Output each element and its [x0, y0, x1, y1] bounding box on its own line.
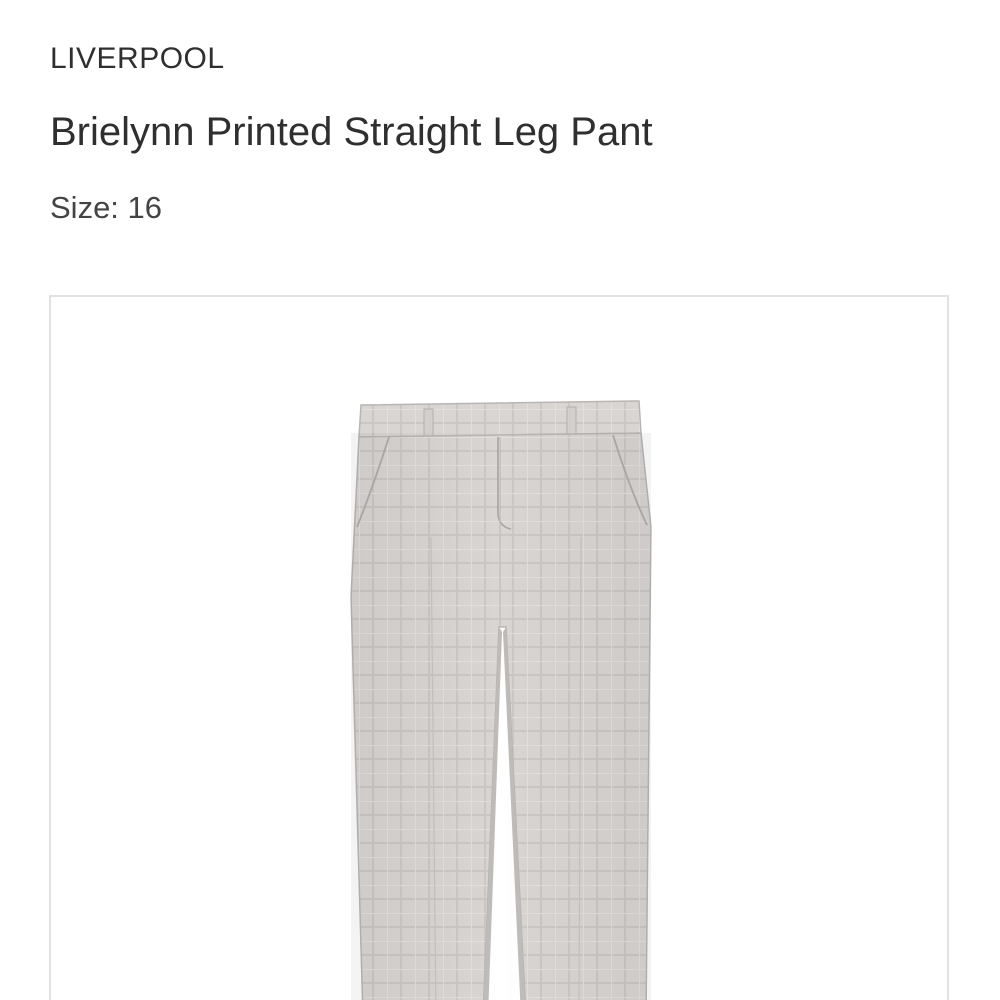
- size-label: Size:: [50, 190, 119, 225]
- pants-photo-image: [350, 400, 652, 1000]
- pants-illustration: [350, 400, 652, 1000]
- size-value: 16: [127, 190, 163, 225]
- brand-name: LIVERPOOL: [50, 42, 225, 75]
- size-info: Size: 16: [50, 188, 162, 228]
- product-image-card[interactable]: [49, 295, 949, 1000]
- product-title: Brielynn Printed Straight Leg Pant: [50, 110, 653, 154]
